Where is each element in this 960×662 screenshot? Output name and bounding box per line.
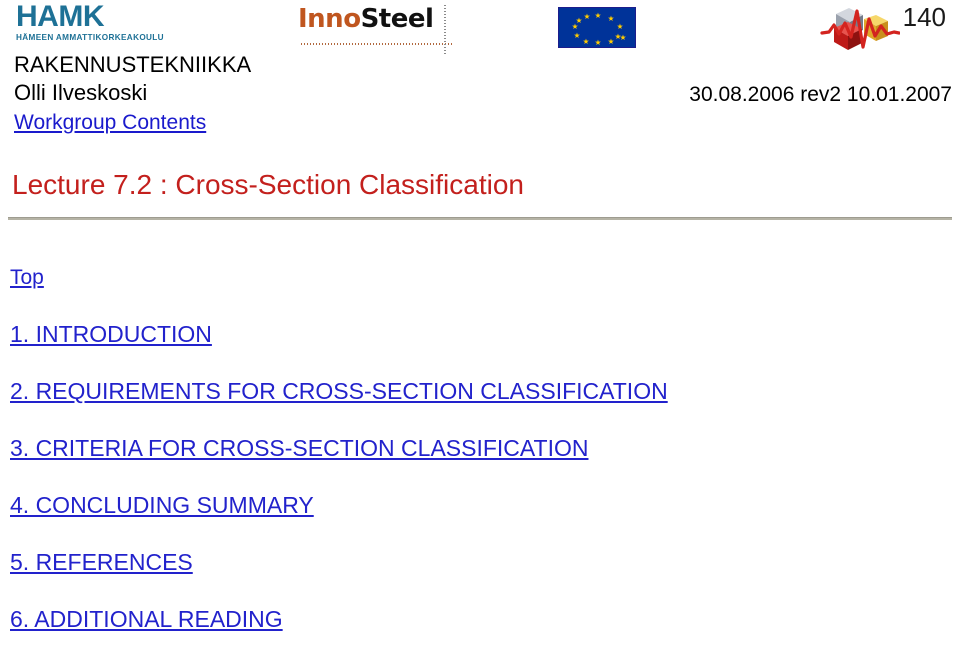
eu-flag-icon: ★ ★ ★ ★ ★ ★ ★ ★ ★ ★ ★ ★ (558, 7, 636, 48)
workgroup-contents-link[interactable]: Workgroup Contents (14, 110, 206, 136)
document-date: 30.08.2006 rev2 10.01.2007 (689, 83, 952, 106)
title-divider (8, 217, 952, 220)
hamk-logo: HAMK HÄMEEN AMMATTIKORKEAKOULU (14, 2, 184, 48)
eu-star: ★ (575, 16, 583, 25)
innosteel-inno-text: Inno (298, 4, 361, 34)
page-number: 140 (902, 2, 946, 32)
page-header: HAMK HÄMEEN AMMATTIKORKEAKOULU InnoSteel… (0, 0, 960, 58)
innosteel-logo: InnoSteel (298, 5, 458, 55)
toc-top-link[interactable]: Top (10, 265, 44, 291)
eu-star: ★ (573, 31, 581, 40)
innosteel-steel-text: Steel (360, 4, 434, 34)
toc-item-3[interactable]: 3. CRITERIA FOR CROSS-SECTION CLASSIFICA… (10, 434, 940, 462)
innosteel-wordmark: InnoSteel (298, 5, 458, 33)
hamk-subtitle: HÄMEEN AMMATTIKORKEAKOULU (16, 33, 164, 42)
hamk-wordmark: HAMK (16, 0, 105, 33)
toc-item-6[interactable]: 6. ADDITIONAL READING (10, 605, 940, 633)
toc-item-2[interactable]: 2. REQUIREMENTS FOR CROSS-SECTION CLASSI… (10, 377, 940, 405)
department-title: RAKENNUSTEKNIIKKA (14, 52, 252, 77)
eu-star: ★ (582, 37, 590, 46)
toc-list: 1. INTRODUCTION 2. REQUIREMENTS FOR CROS… (10, 320, 940, 662)
eu-star: ★ (607, 14, 615, 23)
eu-star: ★ (607, 37, 615, 46)
author-name: Olli Ilveskoski (14, 80, 148, 105)
eu-star: ★ (594, 11, 602, 20)
eu-star: ★ (616, 22, 624, 31)
innosteel-dotted-vertical-rule (444, 5, 446, 55)
toc-item-5[interactable]: 5. REFERENCES (10, 548, 940, 576)
page-title: Lecture 7.2 : Cross-Section Classificati… (12, 169, 524, 200)
steel-cubes-waveform-logo (820, 3, 901, 51)
eu-star: ★ (594, 38, 602, 47)
eu-star: ★ (583, 12, 591, 21)
toc-item-1[interactable]: 1. INTRODUCTION (10, 320, 940, 348)
eu-star: ★ (614, 32, 622, 41)
toc-item-4[interactable]: 4. CONCLUDING SUMMARY (10, 491, 940, 519)
innosteel-dotted-horizontal-rule (301, 43, 453, 45)
